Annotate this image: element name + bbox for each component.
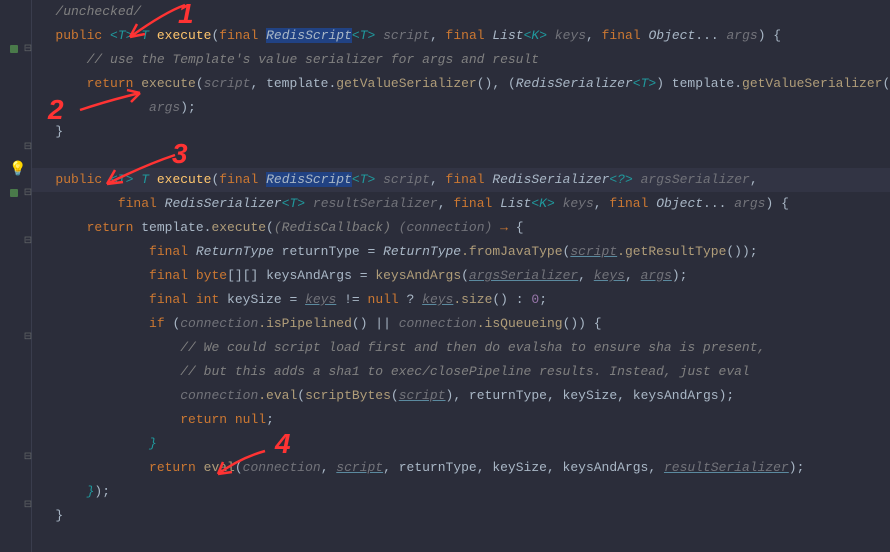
code-line: public <T> T execute(final RedisScript<T… bbox=[32, 168, 890, 192]
code-line: public <T> T execute(final RedisScript<T… bbox=[32, 24, 890, 48]
code-line: final RedisSerializer<T> resultSerialize… bbox=[32, 192, 890, 216]
code-line: final int keySize = keys != null ? keys.… bbox=[32, 288, 890, 312]
code-line: } bbox=[32, 432, 890, 456]
code-line: return execute(script, template.getValue… bbox=[32, 72, 890, 96]
code-editor[interactable]: /unchecked/ public <T> T execute(final R… bbox=[32, 0, 890, 552]
code-line: connection.eval(scriptBytes(script), ret… bbox=[32, 384, 890, 408]
code-line: if (connection.isPipelined() || connecti… bbox=[32, 312, 890, 336]
code-line: /unchecked/ bbox=[32, 0, 890, 24]
code-line: // We could script load first and then d… bbox=[32, 336, 890, 360]
code-line: } bbox=[32, 504, 890, 528]
code-line: return null; bbox=[32, 408, 890, 432]
code-line: return template.execute((RedisCallback) … bbox=[32, 216, 890, 240]
code-line: // but this adds a sha1 to exec/closePip… bbox=[32, 360, 890, 384]
code-line: args); bbox=[32, 96, 890, 120]
bulb-icon[interactable]: 💡 bbox=[8, 162, 28, 176]
code-line: }); bbox=[32, 480, 890, 504]
code-line: return eval(connection, script, returnTy… bbox=[32, 456, 890, 480]
editor-gutter: ⊟ ⊟ 💡 ⊟ ⊟ ⊟ ⊟ ⊟ bbox=[0, 0, 32, 552]
code-line: // use the Template's value serializer f… bbox=[32, 48, 890, 72]
code-line: final ReturnType returnType = ReturnType… bbox=[32, 240, 890, 264]
code-line bbox=[32, 144, 890, 168]
code-line: } bbox=[32, 120, 890, 144]
code-line: final byte[][] keysAndArgs = keysAndArgs… bbox=[32, 264, 890, 288]
